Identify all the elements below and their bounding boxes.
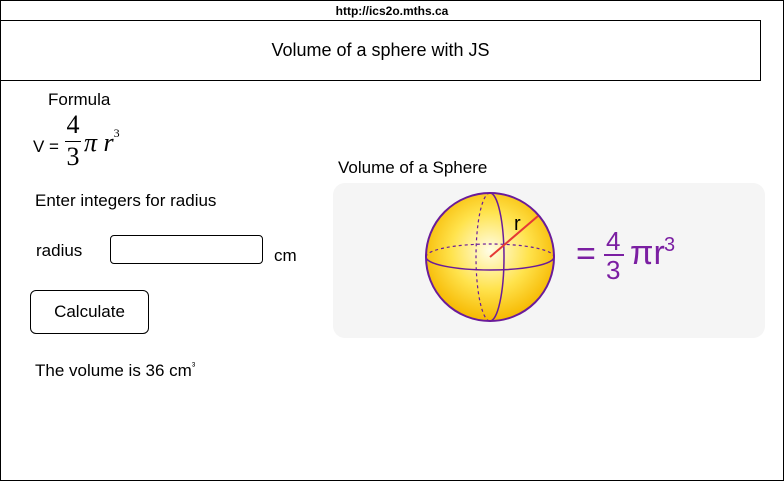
radius-label: radius	[36, 241, 83, 260]
formula-numerator: 4	[66, 110, 80, 139]
formula-r: r	[103, 128, 114, 157]
page-url: http://ics2o.mths.ca	[335, 4, 449, 18]
result-superscript: ³	[191, 361, 196, 373]
sphere-image: r = 4 3 πr 3	[333, 183, 765, 338]
calculate-button[interactable]: Calculate	[30, 290, 149, 334]
instructions-text: Enter integers for radius	[35, 191, 217, 210]
formula-label: Formula	[48, 90, 111, 109]
result-text: The volume is 36 cm³	[35, 361, 195, 381]
sphere-formula-exponent: 3	[664, 234, 675, 256]
sphere-formula-equals: =	[576, 235, 596, 273]
sphere-radius-label: r	[514, 213, 521, 235]
page-title: Volume of a sphere with JS	[271, 40, 490, 60]
radius-input[interactable]	[110, 235, 263, 264]
formula-denominator: 3	[66, 142, 80, 171]
formula-pi-r: π r3	[84, 126, 120, 158]
sphere-image-caption: Volume of a Sphere	[338, 158, 488, 177]
sphere-formula-pi-r: πr	[630, 234, 665, 272]
sphere-formula-numerator: 4	[606, 226, 620, 256]
sphere-diagram: r = 4 3 πr 3	[425, 192, 675, 322]
formula-lhs: V =	[33, 137, 59, 156]
formula-fraction: 4 3	[65, 112, 81, 170]
sphere-formula-denominator: 3	[606, 255, 620, 285]
radius-unit: cm	[274, 246, 297, 265]
formula-pi: π	[84, 128, 98, 157]
result-value: The volume is 36 cm	[35, 361, 192, 380]
formula-exponent: 3	[113, 126, 120, 141]
page-title-banner: Volume of a sphere with JS	[0, 20, 761, 81]
